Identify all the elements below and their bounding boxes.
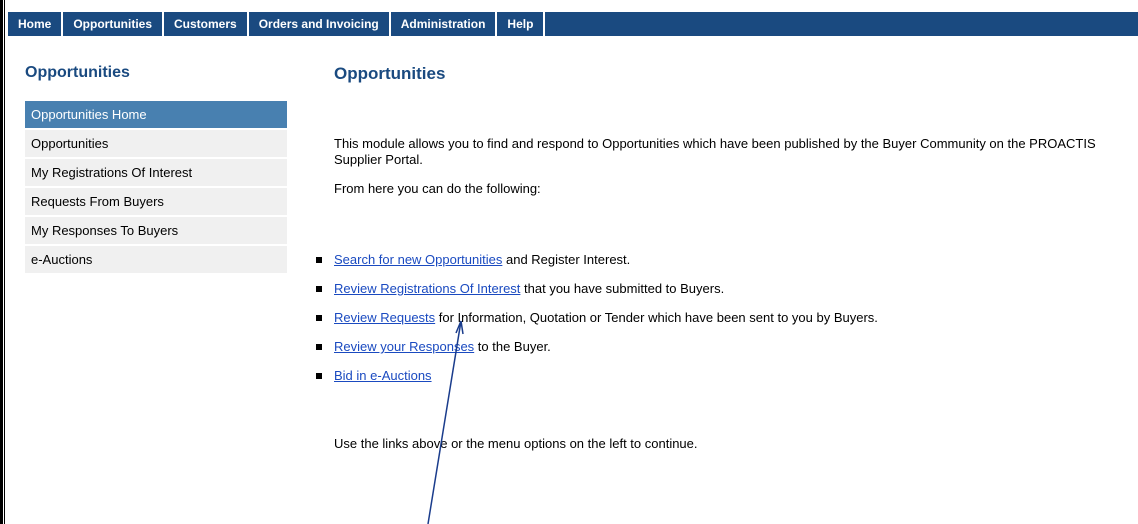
sidebar-item-requests-from-buyers[interactable]: Requests From Buyers — [25, 188, 287, 217]
bullet-icon — [316, 315, 322, 321]
sidebar-item-opportunities[interactable]: Opportunities — [25, 130, 287, 159]
outro-text: Use the links above or the menu options … — [334, 436, 698, 451]
bid-e-auctions-link[interactable]: Bid in e-Auctions — [334, 368, 432, 383]
list-item-text: for Information, Quotation or Tender whi… — [435, 310, 878, 325]
list-item-text: that you have submitted to Buyers. — [520, 281, 725, 296]
nav-home[interactable]: Home — [8, 12, 64, 36]
page-title: Opportunities — [334, 64, 446, 83]
search-opportunities-link[interactable]: Search for new Opportunities — [334, 252, 502, 267]
list-item: Review your Responses to the Buyer. — [316, 339, 878, 368]
nav-administration[interactable]: Administration — [391, 12, 498, 36]
bullet-icon — [316, 286, 322, 292]
sidebar-item-my-registrations[interactable]: My Registrations Of Interest — [25, 159, 287, 188]
window-border-left-inner — [4, 0, 5, 524]
list-item-text: to the Buyer. — [474, 339, 551, 354]
nav-opportunities[interactable]: Opportunities — [63, 12, 165, 36]
intro-text: This module allows you to find and respo… — [334, 136, 1096, 167]
review-requests-link[interactable]: Review Requests — [334, 310, 435, 325]
review-responses-link[interactable]: Review your Responses — [334, 339, 474, 354]
list-item-text: and Register Interest. — [502, 252, 631, 267]
sidebar-item-my-responses[interactable]: My Responses To Buyers — [25, 217, 287, 246]
sidebar: Opportunities Opportunities Home Opportu… — [25, 64, 287, 275]
list-item: Review Registrations Of Interest that yo… — [316, 281, 878, 310]
top-nav-bar: Home Opportunities Customers Orders and … — [8, 12, 1138, 36]
review-registrations-link[interactable]: Review Registrations Of Interest — [334, 281, 520, 296]
sidebar-item-opportunities-home[interactable]: Opportunities Home — [25, 101, 287, 130]
bullet-icon — [316, 257, 322, 263]
sidebar-title: Opportunities — [25, 64, 130, 81]
bullet-icon — [316, 373, 322, 379]
list-item: Search for new Opportunities and Registe… — [316, 252, 878, 281]
list-item: Bid in e-Auctions — [316, 368, 878, 397]
nav-orders-invoicing[interactable]: Orders and Invoicing — [249, 12, 391, 36]
list-item: Review Requests for Information, Quotati… — [316, 310, 878, 339]
subintro-text: From here you can do the following: — [334, 181, 541, 196]
nav-customers[interactable]: Customers — [164, 12, 249, 36]
bullet-icon — [316, 344, 322, 350]
window-border-left — [0, 0, 3, 524]
main-content: Opportunities This module allows you to … — [334, 64, 1114, 196]
sidebar-item-e-auctions[interactable]: e-Auctions — [25, 246, 287, 275]
nav-help[interactable]: Help — [497, 12, 546, 36]
top-navigation: Home Opportunities Customers Orders and … — [8, 0, 1138, 36]
action-list: Search for new Opportunities and Registe… — [316, 252, 878, 397]
